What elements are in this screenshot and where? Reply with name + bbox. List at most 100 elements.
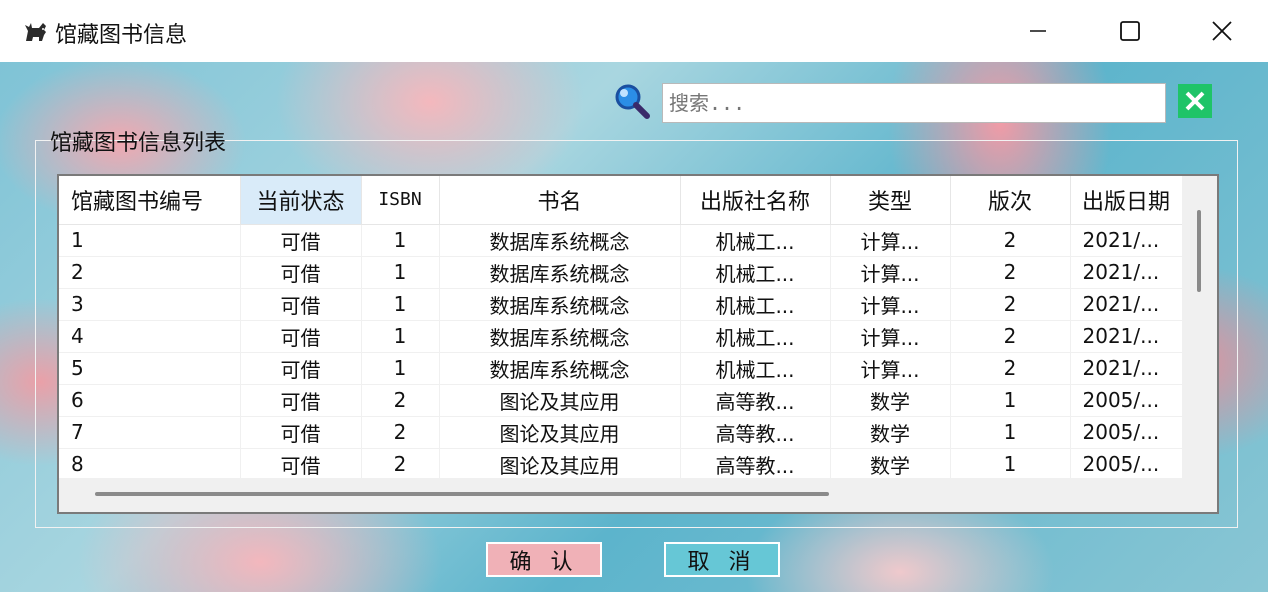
cell-title: 图论及其应用: [439, 416, 681, 449]
cell-date: 2005/...: [1070, 448, 1182, 478]
cell-date: 2005/...: [1070, 416, 1182, 449]
cell-date: 2021/...: [1070, 288, 1182, 321]
cell-type: 计算...: [830, 288, 951, 321]
cell-date: 2005/...: [1070, 384, 1182, 417]
cell-isbn: 1: [361, 288, 440, 321]
cell-edition: 2: [950, 256, 1071, 289]
table-header-row: 馆藏图书编号 当前状态 ISBN 书名 出版社名称 类型 版次 出版日期: [59, 176, 1182, 225]
dialog-body: 馆藏图书信息列表 馆藏图书编号当前状态ISBN书名出版社名称类型版次出版日期 1…: [0, 62, 1268, 592]
cell-edition: 2: [950, 288, 1071, 321]
cell-publisher: 机械工...: [680, 256, 831, 289]
cell-title: 图论及其应用: [439, 448, 681, 478]
table-row[interactable]: 8 可借 2 图论及其应用 高等教... 数学 1 2005/...: [59, 448, 1182, 478]
cancel-button[interactable]: 取 消: [664, 542, 780, 577]
clear-x-icon: [1185, 91, 1205, 111]
cell-title: 数据库系统概念: [439, 256, 681, 289]
cell-status: 可借: [240, 320, 362, 353]
book-table: 馆藏图书编号 当前状态 ISBN 书名 出版社名称 类型 版次 出版日期 1 可借 1 数据库系统概…: [57, 174, 1219, 514]
cell-id: 2: [59, 256, 241, 289]
group-title: 馆藏图书信息列表: [50, 131, 227, 156]
column-header-id[interactable]: 馆藏图书编号: [59, 176, 241, 225]
cell-status: 可借: [240, 352, 362, 385]
cell-id: 1: [59, 224, 241, 257]
cell-status: 可借: [240, 384, 362, 417]
close-button[interactable]: [1176, 0, 1268, 62]
horizontal-scrollbar[interactable]: [95, 492, 829, 496]
column-header-isbn[interactable]: ISBN: [361, 176, 440, 225]
maximize-button[interactable]: [1084, 0, 1176, 62]
vertical-scrollbar[interactable]: [1197, 210, 1201, 292]
cell-id: 7: [59, 416, 241, 449]
cell-status: 可借: [240, 224, 362, 257]
search-input[interactable]: [662, 83, 1166, 123]
magnifier-icon: [615, 84, 650, 119]
cell-edition: 1: [950, 416, 1071, 449]
table-viewport: 馆藏图书编号 当前状态 ISBN 书名 出版社名称 类型 版次 出版日期 1 可借 1 数据库系统概…: [59, 176, 1182, 478]
title-bar: 馆藏图书信息: [0, 0, 1268, 62]
close-icon: [1212, 21, 1232, 41]
cat-icon: [25, 23, 46, 41]
cell-date: 2021/...: [1070, 352, 1182, 385]
column-header-publisher[interactable]: 出版社名称: [680, 176, 831, 225]
cell-status: 可借: [240, 256, 362, 289]
column-header-status[interactable]: 当前状态: [240, 176, 362, 225]
table-row[interactable]: 1 可借 1 数据库系统概念 机械工... 计算... 2 2021/...: [59, 224, 1182, 257]
clear-search-button[interactable]: [1178, 84, 1212, 118]
table-row[interactable]: 4 可借 1 数据库系统概念 机械工... 计算... 2 2021/...: [59, 320, 1182, 353]
cell-isbn: 1: [361, 320, 440, 353]
table-row[interactable]: 7 可借 2 图论及其应用 高等教... 数学 1 2005/...: [59, 416, 1182, 449]
cell-title: 数据库系统概念: [439, 224, 681, 257]
minimize-button[interactable]: [992, 0, 1084, 62]
column-header-date[interactable]: 出版日期: [1070, 176, 1182, 225]
cell-id: 8: [59, 448, 241, 478]
cell-type: 数学: [830, 416, 951, 449]
cell-type: 数学: [830, 448, 951, 478]
column-header-type[interactable]: 类型: [830, 176, 951, 225]
column-header-title[interactable]: 书名: [439, 176, 681, 225]
table-row[interactable]: 6 可借 2 图论及其应用 高等教... 数学 1 2005/...: [59, 384, 1182, 417]
cell-edition: 2: [950, 320, 1071, 353]
cell-publisher: 机械工...: [680, 352, 831, 385]
cell-isbn: 2: [361, 416, 440, 449]
table-row[interactable]: 3 可借 1 数据库系统概念 机械工... 计算... 2 2021/...: [59, 288, 1182, 321]
cell-publisher: 高等教...: [680, 416, 831, 449]
cell-isbn: 1: [361, 256, 440, 289]
cell-edition: 1: [950, 384, 1071, 417]
cell-isbn: 1: [361, 352, 440, 385]
cell-id: 5: [59, 352, 241, 385]
cell-status: 可借: [240, 288, 362, 321]
cell-publisher: 机械工...: [680, 288, 831, 321]
cell-status: 可借: [240, 448, 362, 478]
cell-title: 数据库系统概念: [439, 352, 681, 385]
cell-isbn: 2: [361, 448, 440, 478]
cell-publisher: 机械工...: [680, 224, 831, 257]
column-header-edition[interactable]: 版次: [950, 176, 1071, 225]
cell-id: 4: [59, 320, 241, 353]
cell-id: 3: [59, 288, 241, 321]
window-title: 馆藏图书信息: [55, 23, 188, 48]
maximize-icon: [1120, 21, 1140, 41]
cell-date: 2021/...: [1070, 320, 1182, 353]
cell-publisher: 高等教...: [680, 384, 831, 417]
cell-edition: 1: [950, 448, 1071, 478]
table-body: 1 可借 1 数据库系统概念 机械工... 计算... 2 2021/... 2 可借 1 数据库系统…: [59, 224, 1182, 478]
cell-type: 计算...: [830, 320, 951, 353]
cell-date: 2021/...: [1070, 224, 1182, 257]
cell-edition: 2: [950, 352, 1071, 385]
cell-type: 计算...: [830, 256, 951, 289]
cell-date: 2021/...: [1070, 256, 1182, 289]
table-row[interactable]: 2 可借 1 数据库系统概念 机械工... 计算... 2 2021/...: [59, 256, 1182, 289]
cell-publisher: 高等教...: [680, 448, 831, 478]
cell-publisher: 机械工...: [680, 320, 831, 353]
table-row[interactable]: 5 可借 1 数据库系统概念 机械工... 计算... 2 2021/...: [59, 352, 1182, 385]
cell-title: 数据库系统概念: [439, 320, 681, 353]
confirm-button[interactable]: 确 认: [486, 542, 602, 577]
cell-type: 计算...: [830, 352, 951, 385]
cell-id: 6: [59, 384, 241, 417]
cell-type: 数学: [830, 384, 951, 417]
cell-isbn: 2: [361, 384, 440, 417]
cell-status: 可借: [240, 416, 362, 449]
cell-title: 图论及其应用: [439, 384, 681, 417]
cell-isbn: 1: [361, 224, 440, 257]
cell-title: 数据库系统概念: [439, 288, 681, 321]
